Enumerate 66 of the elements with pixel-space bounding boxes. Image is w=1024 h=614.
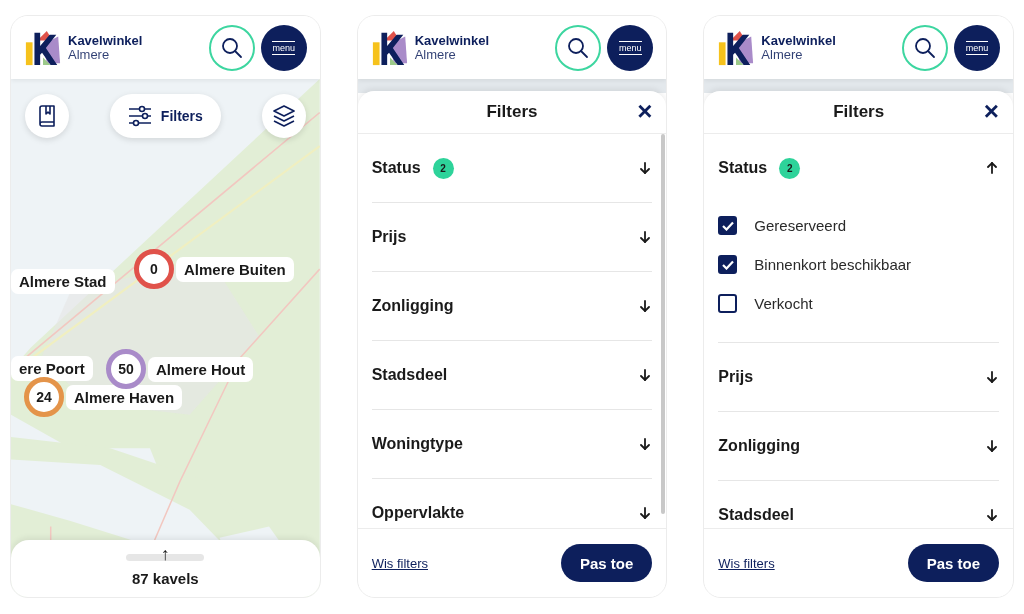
scrollbar[interactable] [661, 134, 666, 514]
logo-icon [24, 28, 62, 67]
apply-button[interactable]: Pas toe [907, 544, 999, 582]
search-icon [220, 36, 243, 59]
arrow-down-icon[interactable] [640, 507, 651, 519]
section-title[interactable]: Stadsdeel [371, 366, 448, 384]
checkbox[interactable] [718, 216, 738, 235]
area-label[interactable]: Almere Buiten [176, 256, 294, 282]
area-label[interactable]: Almere Hout [148, 356, 254, 382]
clear-filters-link[interactable]: Wis filters [371, 555, 428, 571]
book-icon [37, 105, 57, 127]
arrow-down-icon[interactable] [987, 371, 997, 383]
brand-name: Kavelwinkel [68, 33, 144, 48]
checkbox[interactable] [718, 294, 738, 313]
clear-filters-link[interactable]: Wis filters [718, 555, 775, 571]
option-label[interactable]: Verkocht [754, 295, 813, 312]
up-arrow[interactable]: ↑ [160, 544, 170, 564]
checkmark-icon [721, 259, 734, 270]
logo-icon [370, 28, 409, 67]
sliders-icon [127, 105, 152, 127]
section-title[interactable]: Woningtype [371, 435, 463, 453]
apply-button[interactable]: Pas toe [561, 544, 653, 582]
menu-button[interactable]: menu [954, 24, 1000, 71]
checkmark-icon [721, 220, 734, 231]
count-badge: 2 [432, 157, 454, 179]
search-button[interactable] [902, 24, 948, 71]
section-title[interactable]: Zonligging [718, 437, 801, 455]
section-title[interactable]: Status [371, 159, 421, 177]
results-count: 87 kavels [131, 570, 199, 587]
city-name: Almere [414, 47, 457, 62]
section-title[interactable]: Zonligging [371, 297, 454, 315]
menu-button[interactable]: menu [607, 24, 654, 71]
area-label[interactable]: Almere Stad [11, 269, 115, 294]
logo-icon [717, 28, 756, 67]
search-icon [567, 36, 590, 59]
option-label[interactable]: Gereserveerd [754, 217, 847, 234]
arrow-down-icon[interactable] [987, 440, 997, 452]
section-title[interactable]: Prijs [371, 228, 407, 246]
search-icon [914, 36, 936, 59]
arrow-down-icon[interactable] [640, 438, 651, 450]
brand-name: Kavelwinkel [414, 33, 491, 48]
section-title[interactable]: Oppervlakte [371, 504, 465, 522]
section-title[interactable]: Stadsdeel [718, 506, 794, 524]
checkbox[interactable] [718, 255, 738, 274]
menu-button[interactable]: menu [260, 24, 307, 71]
panel-title: Filters [833, 102, 885, 122]
arrow-down-icon[interactable] [640, 162, 651, 174]
arrow-down-icon[interactable] [640, 369, 651, 381]
city-name: Almere [68, 47, 111, 62]
section-title[interactable]: Status [718, 159, 768, 177]
area-label[interactable]: ere Poort [11, 356, 93, 381]
count-badge: 2 [779, 157, 801, 179]
arrow-down-icon[interactable] [640, 300, 651, 312]
arrow-up-icon[interactable] [987, 162, 997, 174]
section-title[interactable]: Prijs [718, 368, 754, 386]
city-name: Almere [761, 47, 804, 62]
option-label[interactable]: Binnenkort beschikbaar [754, 256, 912, 273]
close-button[interactable]: × [983, 100, 999, 122]
arrow-down-icon[interactable] [640, 231, 651, 243]
filters-button[interactable]: Filters [109, 94, 221, 138]
panel-title: Filters [486, 102, 538, 122]
area-label[interactable]: Almere Haven [66, 384, 183, 410]
arrow-down-icon[interactable] [987, 509, 997, 521]
brand-name: Kavelwinkel [761, 33, 837, 48]
close-button[interactable]: × [637, 100, 653, 122]
layers-icon [271, 104, 296, 128]
